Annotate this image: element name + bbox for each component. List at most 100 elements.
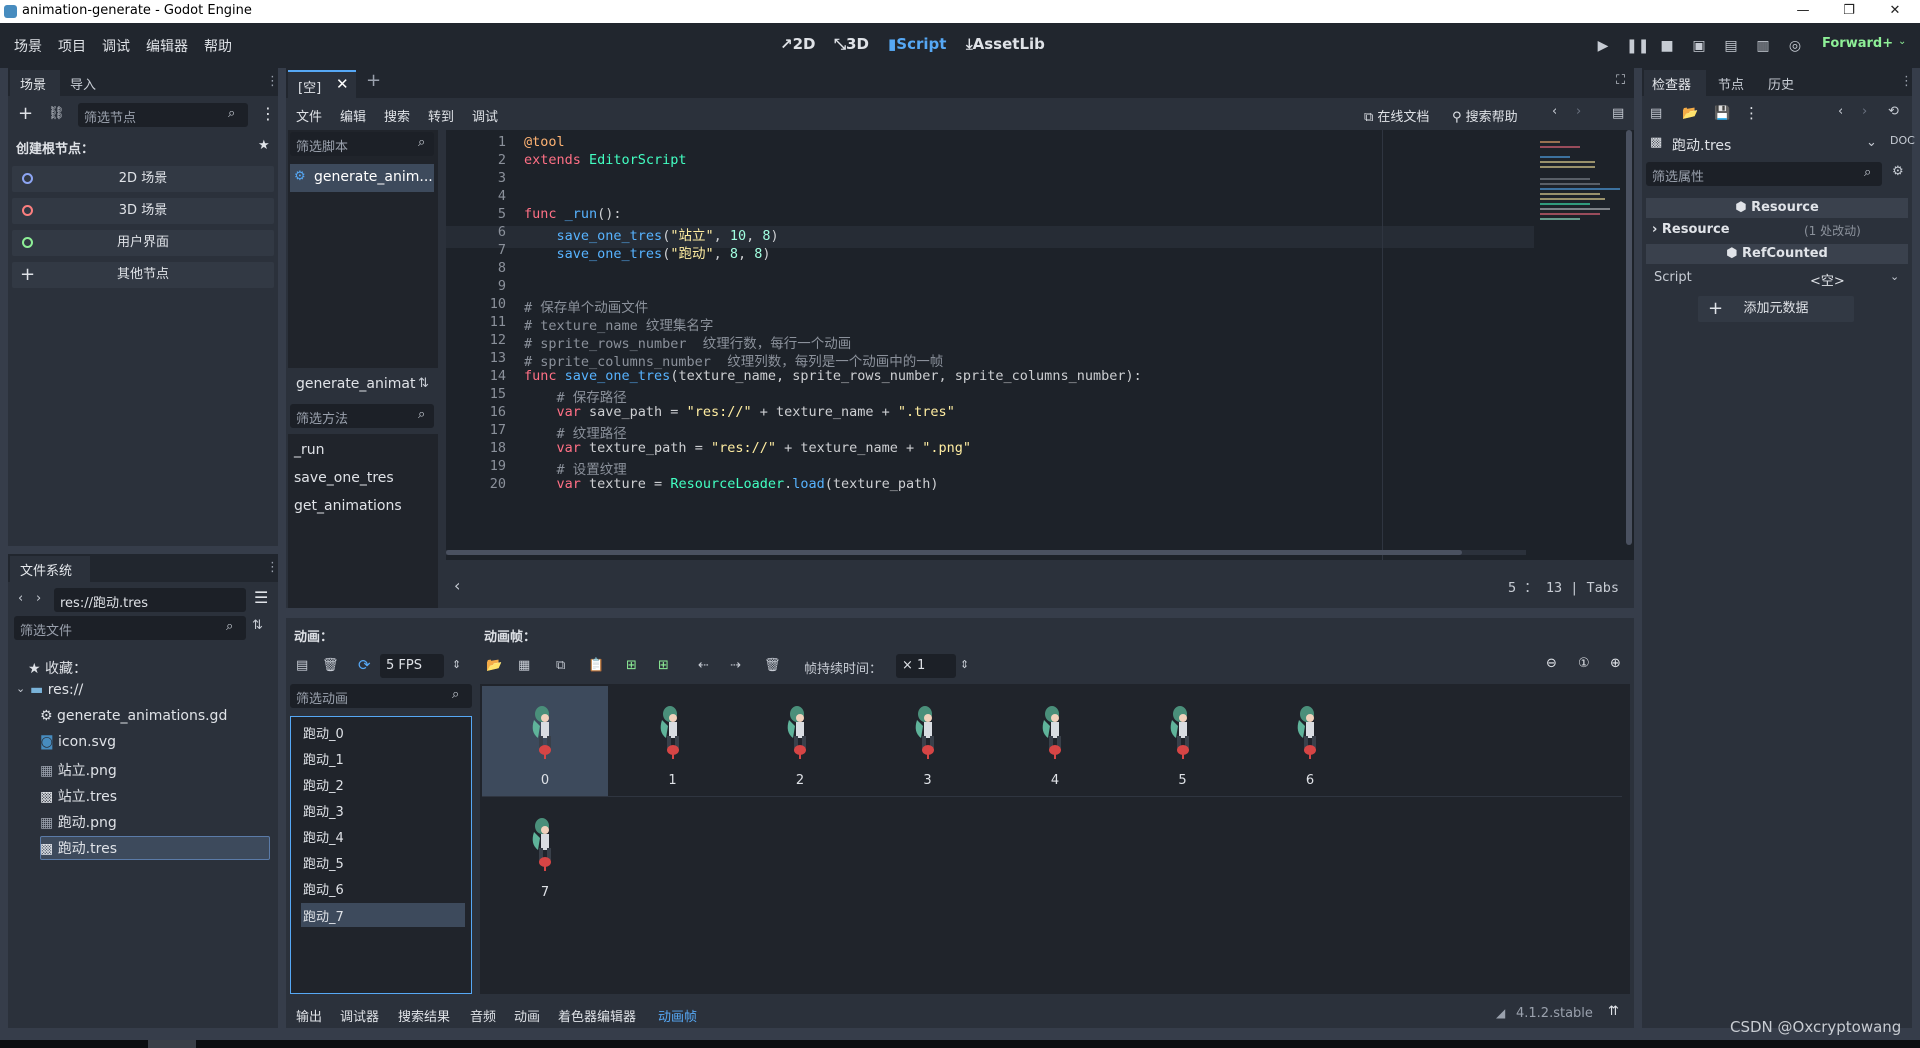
- vertical-scrollbar[interactable]: [1626, 130, 1632, 545]
- create-3d-scene-button[interactable]: 3D 场景: [12, 198, 274, 224]
- more-icon[interactable]: ⋮: [1744, 104, 1759, 122]
- version-label[interactable]: 4.1.2.stable: [1516, 1006, 1593, 1021]
- list-item[interactable]: 跑动_5: [303, 853, 344, 872]
- workspace-3d-button[interactable]: ⤡3D: [834, 35, 869, 53]
- tree-item-run-tres[interactable]: ▩ 跑动.tres: [40, 838, 117, 858]
- filter-nodes-input[interactable]: 筛选节点: [78, 103, 248, 127]
- open-icon[interactable]: 📂: [1682, 106, 1698, 121]
- toggle-split-icon[interactable]: ☰: [254, 588, 268, 607]
- chevron-down-icon[interactable]: ⌄: [1890, 270, 1899, 283]
- taskbar-item[interactable]: [148, 1040, 196, 1048]
- frame-duration-spinbox[interactable]: × 1: [896, 654, 956, 678]
- tab-audio[interactable]: 音频: [470, 1006, 496, 1025]
- menu-project[interactable]: 项目: [58, 36, 86, 56]
- list-item[interactable]: 跑动_2: [303, 775, 344, 794]
- workspace-assetlib-button[interactable]: ⤓AssetLib: [966, 35, 1045, 53]
- tab-shader-editor[interactable]: 着色器编辑器: [558, 1006, 636, 1025]
- script-tab[interactable]: [空] ✕: [288, 70, 356, 98]
- insert-before-icon[interactable]: ⊞: [626, 658, 637, 673]
- renderer-select[interactable]: Forward+: [1822, 36, 1893, 51]
- back-icon[interactable]: ‹: [1838, 104, 1843, 119]
- new-resource-icon[interactable]: ▤: [1650, 106, 1662, 121]
- pause-icon[interactable]: ❚❚: [1626, 37, 1649, 55]
- new-animation-icon[interactable]: ▤: [296, 658, 308, 673]
- zoom-reset-icon[interactable]: ①: [1578, 656, 1590, 671]
- tab-sprite-frames[interactable]: 动画帧: [658, 1006, 697, 1025]
- save-icon[interactable]: 💾: [1714, 106, 1730, 121]
- script-menu-file[interactable]: 文件: [296, 106, 322, 125]
- chevron-down-icon[interactable]: ⌄: [1898, 36, 1906, 47]
- spritesheet-icon[interactable]: ▦: [518, 658, 530, 673]
- tree-item-run-png[interactable]: ▦ 跑动.png: [40, 812, 117, 832]
- sort-icon[interactable]: ⇅: [418, 376, 429, 391]
- load-frame-icon[interactable]: 📂: [486, 658, 502, 673]
- favorites-row[interactable]: ★ 收藏：: [28, 658, 87, 678]
- link-icon[interactable]: ⛓: [48, 106, 65, 121]
- list-item[interactable]: 跑动_6: [303, 879, 344, 898]
- restore-button[interactable]: ❐: [1826, 0, 1872, 23]
- more-icon[interactable]: ⋮: [266, 560, 279, 575]
- frame-thumbnail[interactable]: 2: [737, 686, 863, 796]
- horizontal-scrollbar[interactable]: [446, 550, 1462, 555]
- script-item[interactable]: ⚙ generate_anim...: [290, 164, 434, 192]
- script-property-value[interactable]: <空>: [1810, 270, 1845, 289]
- tab-filesystem[interactable]: 文件系统: [20, 560, 72, 579]
- forward-icon[interactable]: ›: [1862, 104, 1867, 119]
- prev-script-icon[interactable]: ‹: [1552, 104, 1557, 119]
- frame-thumbnail[interactable]: 7: [482, 798, 608, 908]
- loop-icon[interactable]: ⟳: [358, 656, 371, 674]
- docs-icon[interactable]: DOC: [1890, 134, 1915, 147]
- method-item[interactable]: _run: [294, 442, 325, 458]
- frame-thumbnail[interactable]: 0: [482, 686, 608, 796]
- list-item[interactable]: 跑动_4: [303, 827, 344, 846]
- copy-icon[interactable]: ⧉: [556, 658, 565, 673]
- tab-import[interactable]: 导入: [70, 74, 96, 93]
- toggle-list-icon[interactable]: ▤: [1612, 106, 1624, 121]
- menu-help[interactable]: 帮助: [204, 36, 232, 56]
- history-icon[interactable]: ⟲: [1888, 104, 1899, 119]
- tab-scene[interactable]: 场景: [20, 74, 46, 93]
- movie-maker-icon[interactable]: ◎: [1786, 37, 1804, 55]
- filter-animations-input[interactable]: 筛选动画: [290, 684, 472, 708]
- create-2d-scene-button[interactable]: 2D 场景: [12, 166, 274, 192]
- tab-node[interactable]: 节点: [1718, 74, 1744, 93]
- resource-selector[interactable]: ▩ 跑动.tres ⌄: [1646, 132, 1882, 156]
- method-item[interactable]: save_one_tres: [294, 470, 394, 486]
- fps-spinbox[interactable]: 5 FPS: [380, 654, 444, 678]
- collapse-list-icon[interactable]: ‹: [454, 576, 460, 595]
- path-input[interactable]: res://跑动.tres: [54, 588, 246, 612]
- tree-item-res[interactable]: ▬ res://: [30, 682, 83, 698]
- paste-icon[interactable]: 📋: [588, 658, 604, 673]
- more-icon[interactable]: ⋮: [260, 104, 276, 123]
- expand-arrow-icon[interactable]: ⌄: [16, 682, 25, 695]
- menu-debug[interactable]: 调试: [102, 36, 130, 56]
- create-ui-button[interactable]: 用户界面: [12, 230, 274, 256]
- star-icon[interactable]: ★: [258, 138, 270, 153]
- minimize-button[interactable]: —: [1780, 0, 1826, 23]
- play-icon[interactable]: ▶: [1594, 37, 1612, 55]
- tree-item-stand-tres[interactable]: ▩ 站立.tres: [40, 786, 117, 806]
- tab-animation[interactable]: 动画: [514, 1006, 540, 1025]
- script-menu-edit[interactable]: 编辑: [340, 106, 366, 125]
- move-right-icon[interactable]: ⇢: [730, 658, 741, 673]
- frame-thumbnail[interactable]: 5: [1120, 686, 1246, 796]
- resource-group[interactable]: › Resource: [1652, 222, 1730, 237]
- remote-debug-icon[interactable]: ▣: [1690, 37, 1708, 55]
- add-node-icon[interactable]: +: [18, 103, 33, 124]
- settings-icon[interactable]: ⚙: [1892, 164, 1904, 179]
- next-script-icon[interactable]: ›: [1576, 104, 1581, 119]
- menu-editor[interactable]: 编辑器: [146, 36, 188, 56]
- close-icon[interactable]: ✕: [336, 75, 349, 93]
- frame-thumbnail[interactable]: 6: [1247, 686, 1373, 796]
- list-item[interactable]: 跑动_7: [303, 906, 344, 925]
- fullscreen-icon[interactable]: ⛶: [1616, 73, 1625, 88]
- tree-item-icon-svg[interactable]: ◙ icon.svg: [40, 734, 116, 750]
- play-scene-icon[interactable]: ▤: [1722, 37, 1740, 55]
- expand-panel-icon[interactable]: ⇈: [1608, 1004, 1619, 1019]
- forward-icon[interactable]: ›: [36, 591, 41, 606]
- code-editor[interactable]: 1 @tool 2 extends EditorScript 3 4 5 func _run(…: [446, 130, 1634, 560]
- menu-scene[interactable]: 场景: [14, 36, 42, 56]
- zoom-in-icon[interactable]: ⊕: [1610, 656, 1621, 671]
- sort-icon[interactable]: ⇅: [252, 618, 263, 633]
- spin-arrows-icon[interactable]: ⇕: [452, 658, 461, 671]
